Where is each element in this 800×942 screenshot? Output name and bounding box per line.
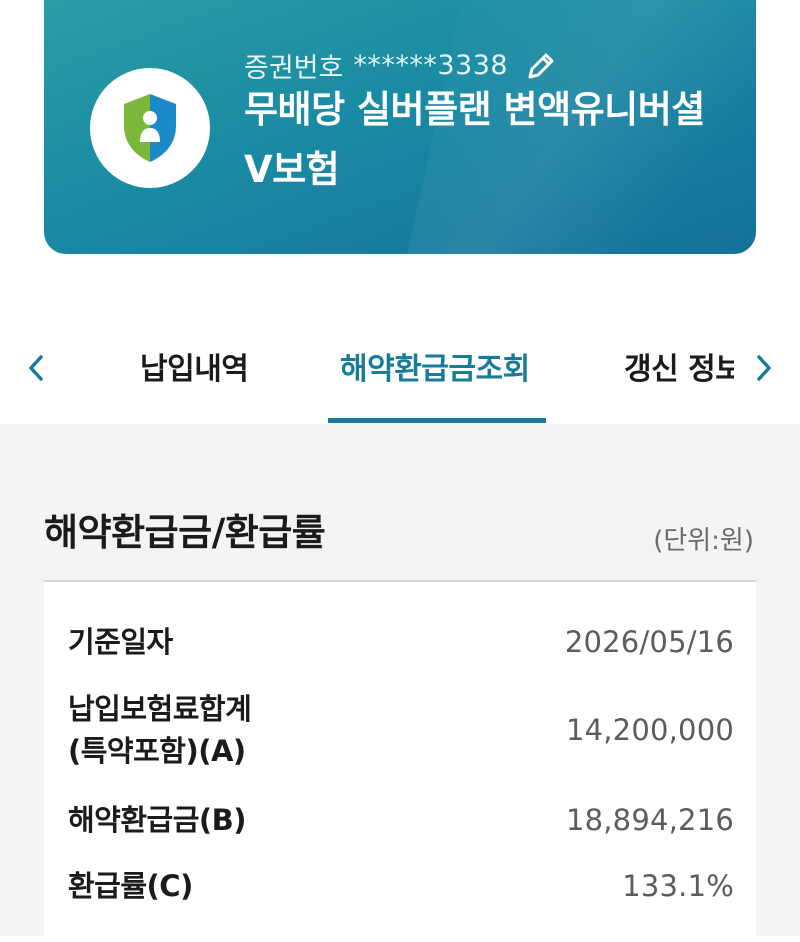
row-label-refund-rate: 환급률(C) <box>68 869 193 903</box>
tab-next-button[interactable] <box>746 350 782 386</box>
row-value-total-premium: 14,200,000 <box>565 713 734 747</box>
table-row: 기준일자 2026/05/16 <box>68 618 734 666</box>
row-label-base-date: 기준일자 <box>68 625 173 659</box>
policy-number-value: ******3338 <box>353 50 509 81</box>
shield-person-icon <box>124 94 176 162</box>
row-value-base-date: 2026/05/16 <box>564 625 734 659</box>
row-value-refund-rate: 133.1% <box>622 869 734 903</box>
policy-card: 증권번호 ******3338 무배당 실버플랜 변액유니버셜V보험 <box>44 0 756 254</box>
row-label-total-premium: 납입보험료합계 (특약포함)(A) <box>68 688 252 772</box>
tab-payment-history[interactable]: 납입내역 <box>140 344 249 388</box>
unit-label: (단위:원) <box>653 526 754 556</box>
tab-renewal-info[interactable]: 갱신 정보 <box>624 344 734 388</box>
row-value-surrender-refund: 18,894,216 <box>565 803 734 837</box>
refund-table: 기준일자 2026/05/16 납입보험료합계 (특약포함)(A) 14,200… <box>44 580 756 942</box>
tab-bar: 납입내역 해약환급금조회 갱신 정보 <box>0 326 800 425</box>
tab-surrender-refund[interactable]: 해약환급금조회 <box>340 344 530 388</box>
table-row: 납입보험료합계 (특약포함)(A) 14,200,000 <box>68 686 734 774</box>
table-row: 환급률(C) 133.1% <box>68 862 734 910</box>
edit-policy-button[interactable] <box>522 47 560 85</box>
table-row: 해약환급금(B) 18,894,216 <box>68 796 734 844</box>
active-tab-indicator <box>328 418 546 423</box>
chevron-left-icon <box>29 355 43 381</box>
row-label-surrender-refund: 해약환급금(B) <box>68 803 247 837</box>
total-premium-label: 납입보험료합계 (특약포함)(A) <box>68 692 252 768</box>
policy-avatar <box>90 68 210 188</box>
pencil-icon <box>528 53 554 78</box>
section-title: 해약환급금/환급률 <box>44 511 326 554</box>
tab-prev-button[interactable] <box>18 350 54 386</box>
chevron-right-icon <box>757 355 771 381</box>
policy-title: 무배당 실버플랜 변액유니버셜V보험 <box>244 88 705 191</box>
refund-content: 해약환급금/환급률 (단위:원) 기준일자 2026/05/16 납입보험료합계… <box>0 424 800 942</box>
